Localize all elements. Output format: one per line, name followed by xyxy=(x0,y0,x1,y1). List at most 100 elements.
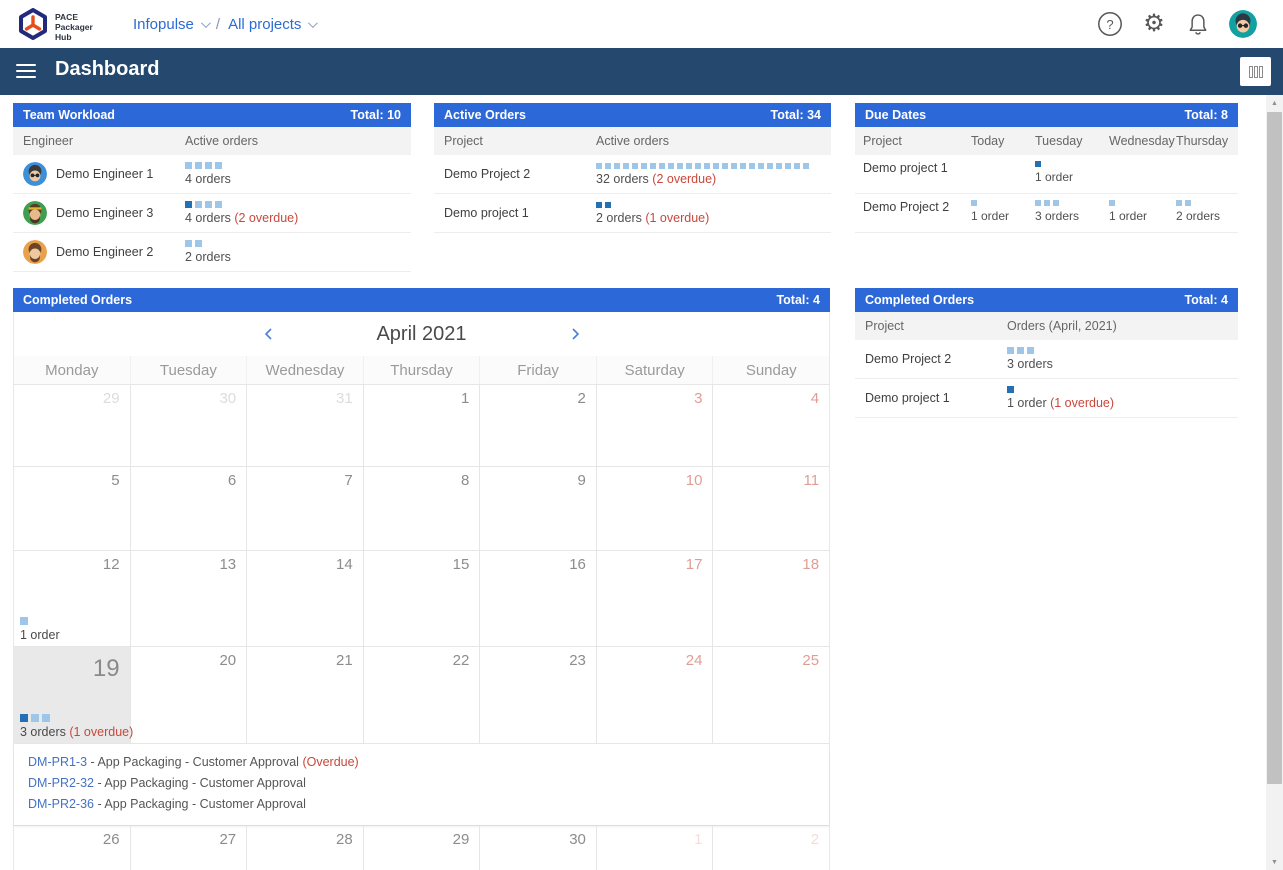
weekday-label: Monday xyxy=(14,356,131,384)
calendar-day[interactable]: 25 xyxy=(713,647,829,743)
calendar-day[interactable]: 7 xyxy=(247,467,364,550)
calendar-day[interactable]: 11 xyxy=(713,467,829,550)
calendar-day[interactable]: 4 xyxy=(713,385,829,466)
day-number: 17 xyxy=(686,556,703,573)
card-title: Active Orders xyxy=(444,108,526,122)
app-logo[interactable]: PACE Packager Hub xyxy=(18,8,93,45)
calendar-day[interactable]: 8 xyxy=(364,467,481,550)
day-number: 2 xyxy=(811,831,819,848)
order-square xyxy=(1176,200,1182,206)
order-link[interactable]: DM-PR1-3 xyxy=(28,755,87,769)
day-number: 31 xyxy=(336,390,353,407)
calendar-day[interactable]: 23 xyxy=(480,647,597,743)
project-name: Demo project 1 xyxy=(434,206,596,220)
calendar-day[interactable]: 18 xyxy=(713,551,829,646)
menu-icon[interactable] xyxy=(16,64,36,79)
calendar-day[interactable]: 31 xyxy=(247,385,364,466)
board-view-button[interactable] xyxy=(1240,57,1271,86)
calendar-day[interactable]: 24 xyxy=(597,647,714,743)
card-title: Team Workload xyxy=(23,108,115,122)
calendar-day[interactable]: 2 xyxy=(713,826,829,870)
order-square xyxy=(31,714,39,722)
help-icon[interactable]: ? xyxy=(1097,11,1123,37)
scroll-up-icon[interactable]: ▲ xyxy=(1266,95,1283,111)
scrollbar-thumb[interactable] xyxy=(1267,112,1282,784)
breadcrumb-project[interactable]: All projects xyxy=(228,16,315,33)
order-count: 4 orders xyxy=(185,172,231,186)
order-square xyxy=(185,240,192,247)
day-number: 16 xyxy=(569,556,586,573)
order-square xyxy=(731,163,737,169)
order-square xyxy=(1053,200,1059,206)
calendar-day[interactable]: 15 xyxy=(364,551,481,646)
day-number: 22 xyxy=(453,652,470,669)
order-square xyxy=(686,163,692,169)
calendar-day[interactable]: 9 xyxy=(480,467,597,550)
order-square xyxy=(614,163,620,169)
order-square xyxy=(704,163,710,169)
order-count: 1 order xyxy=(1109,209,1147,223)
calendar-day[interactable]: 1 xyxy=(597,826,714,870)
calendar-day[interactable]: 30 xyxy=(131,385,248,466)
calendar-day[interactable]: 29 xyxy=(14,385,131,466)
table-row: Demo Engineer 2 2 orders xyxy=(13,233,411,272)
calendar-day[interactable]: 17 xyxy=(597,551,714,646)
day-orders-summary: 1 order xyxy=(20,617,60,642)
calendar-day[interactable]: 20 xyxy=(131,647,248,743)
table-row: Demo Project 2 1 order 3 orders 1 order … xyxy=(855,194,1238,233)
calendar-day[interactable]: 22 xyxy=(364,647,481,743)
notifications-icon[interactable] xyxy=(1185,11,1211,37)
calendar-day[interactable]: 193 orders (1 overdue) xyxy=(14,647,131,743)
breadcrumb-org[interactable]: Infopulse xyxy=(133,16,208,33)
calendar-day[interactable]: 26 xyxy=(14,826,131,870)
calendar-day[interactable]: 2 xyxy=(480,385,597,466)
overdue-flag: (Overdue) xyxy=(302,755,358,769)
calendar-day[interactable]: 27 xyxy=(131,826,248,870)
calendar-day[interactable]: 6 xyxy=(131,467,248,550)
order-square xyxy=(195,240,202,247)
calendar-day[interactable]: 29 xyxy=(364,826,481,870)
project-name: Demo Project 2 xyxy=(434,167,596,181)
calendar-day[interactable]: 13 xyxy=(131,551,248,646)
order-square xyxy=(605,202,611,208)
order-detail-line: DM-PR1-3 - App Packaging - Customer Appr… xyxy=(28,752,815,773)
prev-month-button[interactable] xyxy=(257,322,281,346)
day-number: 6 xyxy=(228,472,236,489)
scroll-down-icon[interactable]: ▼ xyxy=(1266,854,1283,870)
column-header: Today xyxy=(971,134,1035,148)
calendar-day[interactable]: 28 xyxy=(247,826,364,870)
card-title: Due Dates xyxy=(865,108,926,122)
calendar-day[interactable]: 16 xyxy=(480,551,597,646)
order-link[interactable]: DM-PR2-32 xyxy=(28,776,94,790)
calendar-day[interactable]: 5 xyxy=(14,467,131,550)
day-number: 28 xyxy=(336,831,353,848)
order-link[interactable]: DM-PR2-36 xyxy=(28,797,94,811)
next-month-button[interactable] xyxy=(563,322,587,346)
order-square xyxy=(185,162,192,169)
order-square xyxy=(650,163,656,169)
calendar-day[interactable]: 3 xyxy=(597,385,714,466)
user-avatar[interactable] xyxy=(1229,10,1257,38)
calendar-day[interactable]: 21 xyxy=(247,647,364,743)
calendar-day[interactable]: 121 order xyxy=(14,551,131,646)
calendar-day[interactable]: 1 xyxy=(364,385,481,466)
overdue-count: (1 overdue) xyxy=(1050,396,1114,410)
engineer-avatar xyxy=(23,240,47,264)
order-count: 1 order xyxy=(1035,170,1073,184)
order-count: 3 orders xyxy=(1035,209,1079,223)
table-row: Demo Project 2 3 orders xyxy=(855,340,1238,379)
calendar-day[interactable]: 30 xyxy=(480,826,597,870)
order-square xyxy=(205,201,212,208)
order-square xyxy=(713,163,719,169)
calendar-week-row: 193 orders (1 overdue)2021 22 232425 xyxy=(14,647,829,744)
day-number: 29 xyxy=(103,390,120,407)
calendar-day[interactable]: 14 xyxy=(247,551,364,646)
due-dates-card: Due Dates Total: 8 Project Today Tuesday… xyxy=(855,103,1238,233)
weekday-label: Saturday xyxy=(597,356,714,384)
column-header: Tuesday xyxy=(1035,134,1109,148)
calendar-day[interactable]: 10 xyxy=(597,467,714,550)
order-count: 1 order xyxy=(1007,396,1050,410)
breadcrumb-project-label: All projects xyxy=(228,16,301,33)
settings-icon[interactable]: ⚙ xyxy=(1141,11,1167,37)
topbar-actions: ? ⚙ xyxy=(1097,0,1257,48)
